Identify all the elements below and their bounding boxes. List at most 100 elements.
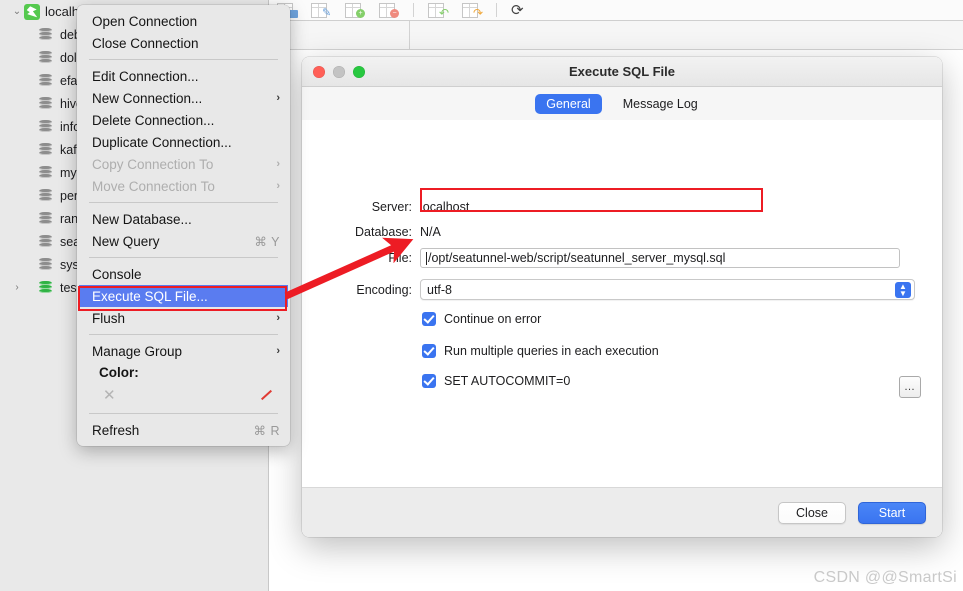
menu-item-console[interactable]: Console [77, 263, 290, 285]
chevron-down-icon: ▼ [899, 289, 907, 298]
table-redo-icon[interactable]: ↷ [462, 2, 483, 19]
menu-item-new-query[interactable]: New Query ⌘ Y [77, 230, 290, 252]
menu-separator [89, 257, 278, 258]
refresh-icon[interactable]: ⟳ [511, 3, 524, 18]
minimize-button[interactable] [333, 66, 345, 78]
menu-item-label: Duplicate Connection... [92, 134, 232, 150]
chevron-right-icon[interactable]: › [10, 282, 24, 293]
menu-item-label: Color: [99, 364, 139, 380]
menu-item-label: Delete Connection... [92, 112, 215, 128]
table-toolbar[interactable]: ✎ + − ↶ ↷ ⟳ [269, 0, 963, 21]
table-delete-icon[interactable]: − [379, 2, 399, 18]
database-icon [38, 27, 54, 42]
menu-item-label: Manage Group [92, 343, 183, 359]
execute-sql-file-dialog[interactable]: Execute SQL File General Message Log Ser… [302, 57, 942, 537]
checkbox-set-autocommit-0[interactable]: SET AUTOCOMMIT=0 [422, 374, 570, 388]
file-row[interactable]: File: /opt/seatunnel-web/script/seatunne… [302, 248, 942, 398]
file-path-input[interactable]: /opt/seatunnel-web/script/seatunnel_serv… [420, 248, 900, 268]
menu-item-new-database[interactable]: New Database... [77, 208, 290, 230]
menu-item-close-connection[interactable]: Close Connection [77, 32, 290, 54]
browse-file-button[interactable]: … [899, 376, 921, 398]
menu-item-shortcut: ⌘ R [253, 423, 280, 438]
checkbox-label: Run multiple queries in each execution [444, 344, 659, 358]
menu-item-manage-group[interactable]: Manage Group › [77, 340, 290, 362]
menu-separator [89, 334, 278, 335]
table-edit-icon[interactable]: ✎ [311, 2, 331, 19]
server-row: Server: localhost [302, 200, 942, 214]
database-label: Database: [355, 225, 412, 239]
text-caret [426, 251, 427, 265]
dialog-footer[interactable]: Close Start [302, 487, 942, 537]
menu-item-label: Flush [92, 310, 126, 326]
menu-item-edit-connection[interactable]: Edit Connection... [77, 65, 290, 87]
chevron-down-icon[interactable]: ⌄ [10, 6, 24, 17]
no-color-icon[interactable]: ✕ [103, 388, 116, 403]
checkbox-continue-on-error[interactable]: Continue on error [422, 312, 541, 326]
menu-item-new-connection[interactable]: New Connection... › [77, 87, 290, 109]
menu-item-label: Move Connection To [92, 178, 215, 194]
tab-message-log[interactable]: Message Log [612, 94, 709, 114]
close-button[interactable]: Close [778, 501, 846, 524]
menu-item-delete-connection[interactable]: Delete Connection... [77, 109, 290, 131]
menu-separator [89, 413, 278, 414]
chevron-right-icon: › [276, 312, 280, 324]
encoding-select[interactable]: utf-8 ▲ ▼ [420, 279, 915, 300]
close-button[interactable] [313, 66, 325, 78]
menu-item-copy-connection-to: Copy Connection To › [77, 153, 290, 175]
stepper-icon[interactable]: ▲ ▼ [895, 282, 911, 298]
menu-item-label: Open Connection [92, 13, 198, 29]
checkbox-icon[interactable] [422, 312, 436, 326]
window-controls[interactable] [313, 66, 365, 78]
checkbox-label: Continue on error [444, 312, 542, 326]
menu-item-shortcut: ⌘ Y [254, 234, 280, 249]
start-button[interactable]: Start [858, 501, 926, 524]
dialog-titlebar: Execute SQL File [302, 57, 942, 87]
chevron-right-icon: › [276, 180, 280, 192]
menu-item-execute-sql-file[interactable]: Execute SQL File... [79, 285, 288, 307]
red-color-swatch[interactable] [260, 389, 272, 401]
chevron-right-icon: › [276, 92, 280, 104]
menu-item-label: New Database... [92, 211, 192, 227]
table-add-icon[interactable]: + [345, 2, 365, 18]
chevron-right-icon: › [276, 345, 280, 357]
dialog-title: Execute SQL File [569, 64, 675, 79]
menu-item-flush[interactable]: Flush › [77, 307, 290, 329]
menu-item-color[interactable]: Color: [77, 362, 290, 382]
file-label: File: [388, 251, 412, 265]
database-icon [38, 257, 54, 272]
connection-context-menu[interactable]: Open Connection Close Connection Edit Conn… [77, 5, 290, 446]
database-icon [38, 142, 54, 157]
checkbox-icon[interactable] [422, 344, 436, 358]
tab-general[interactable]: General [535, 93, 602, 114]
sidebar-item-label: sys [60, 257, 79, 272]
color-swatch-row[interactable]: ✕ [77, 382, 290, 408]
chevron-right-icon: › [276, 158, 280, 170]
table-undo-icon[interactable]: ↶ [428, 2, 449, 19]
menu-item-label: Console [92, 266, 142, 282]
dialog-body: Server: localhost Database: N/A File: /o… [302, 120, 942, 488]
watermark: CSDN @@SmartSi [813, 569, 957, 586]
encoding-row[interactable]: Encoding: utf-8 ▲ ▼ [302, 279, 942, 300]
database-icon [38, 280, 54, 295]
application-window: ⌄ localhost debe dolp efak hive_ infor kafk my… [0, 0, 963, 591]
menu-item-label: Execute SQL File... [92, 288, 208, 304]
database-icon [38, 165, 54, 180]
database-row: Database: N/A [302, 225, 942, 239]
menu-item-duplicate-connection[interactable]: Duplicate Connection... [77, 131, 290, 153]
server-label: Server: [371, 200, 412, 214]
database-icon [38, 211, 54, 226]
zoom-button[interactable] [353, 66, 365, 78]
database-icon [38, 96, 54, 111]
dialog-tabbar[interactable]: General Message Log [302, 87, 942, 121]
database-icon [38, 188, 54, 203]
sequel-host-icon [24, 3, 40, 20]
menu-separator [89, 59, 278, 60]
database-value: N/A [420, 225, 441, 239]
checkbox-icon[interactable] [422, 374, 436, 388]
database-icon [38, 119, 54, 134]
menu-item-open-connection[interactable]: Open Connection [77, 10, 290, 32]
checkbox-run-multiple-queries-in-each-execution[interactable]: Run multiple queries in each execution [422, 344, 659, 358]
menu-item-refresh[interactable]: Refresh ⌘ R [77, 419, 290, 441]
menu-item-move-connection-to: Move Connection To › [77, 175, 290, 197]
menu-item-label: Refresh [92, 422, 140, 438]
